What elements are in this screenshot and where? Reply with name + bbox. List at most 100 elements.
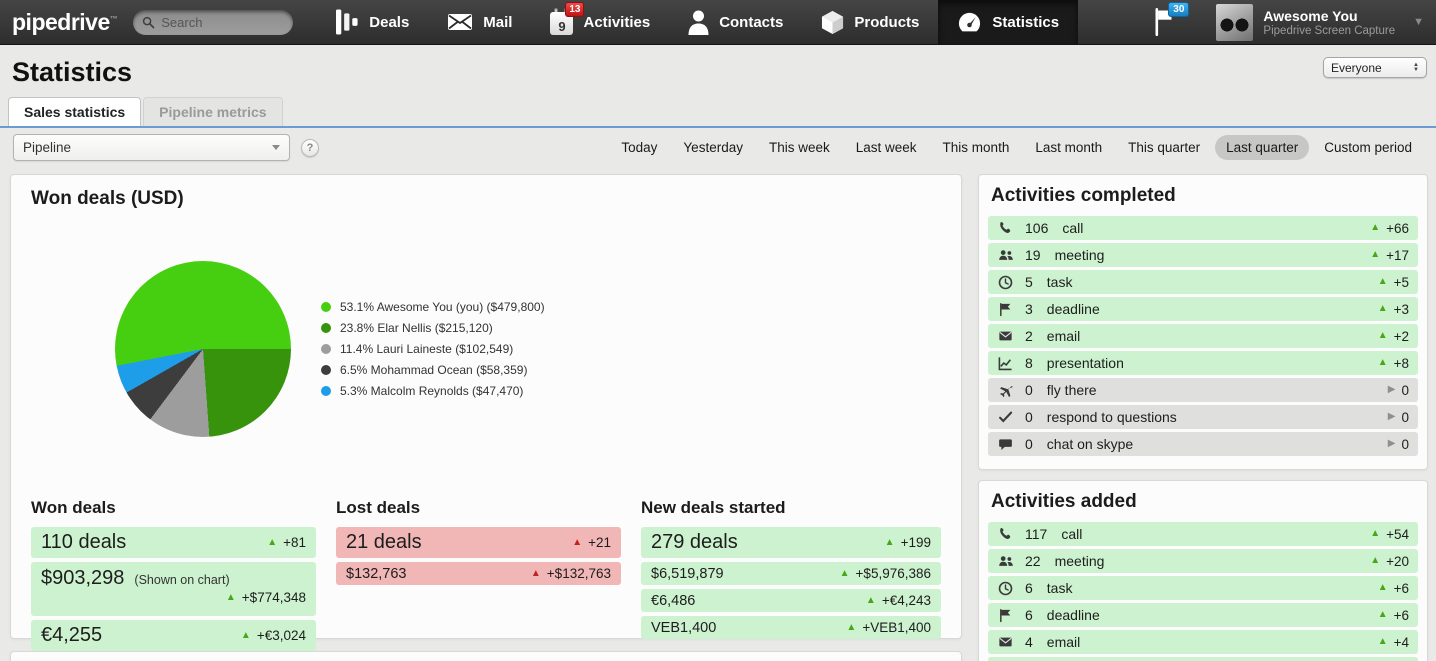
nav-item-deals[interactable]: Deals [317,0,428,44]
activity-label: deadline [1047,301,1100,317]
trend-value: +20 [1386,554,1409,569]
page-header: Statistics Everyone ▲▼ [0,45,1436,99]
legend-dot [321,323,331,333]
tab-sales-statistics[interactable]: Sales statistics [8,97,141,126]
activity-label: chat on skype [1047,436,1133,452]
trend-arrow-icon [1388,385,1396,395]
search-input[interactable] [161,15,276,30]
activity-row[interactable]: 6 task +6 [988,576,1418,600]
stat-column-title: New deals started [641,498,941,518]
activity-row[interactable]: 6 deadline +6 [988,603,1418,627]
global-search[interactable] [133,10,293,35]
user-menu[interactable]: Awesome You Pipedrive Screen Capture ▼ [1216,4,1424,41]
trend-value: +8 [1394,356,1409,371]
help-button[interactable]: ? [301,139,319,157]
activity-row[interactable]: 117 call +54 [988,522,1418,546]
stat-column: New deals started 279 deals [641,498,941,655]
activity-count: 2 [1025,328,1033,344]
presentation-icon [997,355,1014,372]
next-panel-edge [10,651,962,661]
activity-row[interactable]: 19 meeting +17 [988,243,1418,267]
scope-select[interactable]: Everyone ▲▼ [1323,57,1427,78]
activity-count: 0 [1025,436,1033,452]
period-filter[interactable]: Custom period [1313,135,1423,160]
period-filter[interactable]: Today [610,135,668,160]
trend-arrow-icon [846,623,856,633]
pipedrive-logo[interactable]: pipedrive™ [0,9,133,36]
user-name: Awesome You [1263,8,1395,25]
trend-arrow-icon [1388,412,1396,422]
deadline-icon [997,607,1014,624]
period-filter[interactable]: Yesterday [672,135,754,160]
activity-count: 8 [1025,355,1033,371]
period-filter[interactable]: Last week [845,135,928,160]
trend-arrow-icon [241,631,251,641]
period-filter[interactable]: This quarter [1117,135,1211,160]
nav-item-contacts[interactable]: Contacts [669,0,802,44]
trend-arrow-icon [1378,277,1388,287]
activity-row[interactable]: 0 fly there 0 [988,378,1418,402]
activity-row[interactable]: 22 meeting +20 [988,549,1418,573]
nav-item-mail[interactable]: Mail [428,0,531,44]
activity-row[interactable]: 0 respond to questions 0 [988,405,1418,429]
activity-label: fly there [1047,382,1097,398]
trend-value: +$5,976,386 [856,566,931,581]
notifications-button[interactable]: 30 [1153,7,1174,37]
trend-value: +4 [1394,635,1409,650]
activity-row[interactable]: 2 email +2 [988,324,1418,348]
nav-item-label: Products [854,14,919,31]
pipeline-select[interactable]: Pipeline [13,134,290,161]
main-content: Won deals (USD) 53.1% Awesome You (you) … [0,167,1436,661]
stat-column-title: Lost deals [336,498,621,518]
nav-item-activities[interactable]: 9 13 Activities [531,0,669,44]
period-filter[interactable]: Last quarter [1215,135,1309,160]
activity-count: 19 [1025,247,1041,263]
trend-arrow-icon [1378,637,1388,647]
activity-row[interactable]: 8 presentation +8 [988,351,1418,375]
activity-count: 117 [1025,526,1047,542]
period-filter[interactable]: This week [758,135,841,160]
top-navbar: pipedrive™ Deals Mail 9 13 Activities Co… [0,0,1436,45]
activity-count: 106 [1025,220,1048,236]
activity-row[interactable]: 5 task +5 [988,270,1418,294]
stat-row: 21 deals +21 [336,527,621,558]
trend-arrow-icon [1370,556,1380,566]
stat-row: 110 deals +81 [31,527,316,558]
stat-value: 110 deals [41,531,126,554]
activity-row[interactable]: 4 email +4 [988,630,1418,654]
stat-row: €6,486 +€4,243 [641,589,941,612]
activity-count: 0 [1025,382,1033,398]
activity-row[interactable]: 3 deadline +3 [988,297,1418,321]
stat-value: 21 deals [346,531,422,554]
tab-pipeline-metrics[interactable]: Pipeline metrics [143,97,282,126]
trend-arrow-icon [885,538,895,548]
scope-select-value: Everyone [1331,61,1382,75]
stat-value: $132,763 [346,566,406,582]
trend-arrow-icon [1378,583,1388,593]
won-deals-panel: Won deals (USD) 53.1% Awesome You (you) … [10,174,962,639]
pipeline-select-value: Pipeline [23,140,71,155]
call-icon [997,526,1014,543]
period-filter[interactable]: This month [932,135,1021,160]
stat-value: $6,519,879 [651,566,724,582]
activity-row[interactable]: 0 chat on skype 0 [988,432,1418,456]
activity-row[interactable]: 106 call +66 [988,216,1418,240]
deals-icon [336,9,359,35]
nav-item-statistics[interactable]: Statistics [938,0,1078,44]
main-nav: Deals Mail 9 13 Activities Contacts Prod… [317,0,1078,44]
activity-row[interactable]: 11 presentation +11 [988,657,1418,661]
search-icon [142,16,155,29]
trend-value: 0 [1401,437,1409,452]
legend-dot [321,344,331,354]
legend-item: 53.1% Awesome You (you) ($479,800) [321,300,545,314]
activity-label: task [1047,580,1073,596]
trend-value: +VEB1,400 [862,620,931,635]
stat-row: $6,519,879 +$5,976,386 [641,562,941,585]
period-filter[interactable]: Last month [1024,135,1113,160]
stat-row: $132,763 +$132,763 [336,562,621,585]
nav-item-products[interactable]: Products [802,0,938,44]
stat-value: €6,486 [651,593,695,609]
task-icon [997,580,1014,597]
trend-value: 0 [1401,383,1409,398]
trend-value: +€3,024 [257,628,306,643]
